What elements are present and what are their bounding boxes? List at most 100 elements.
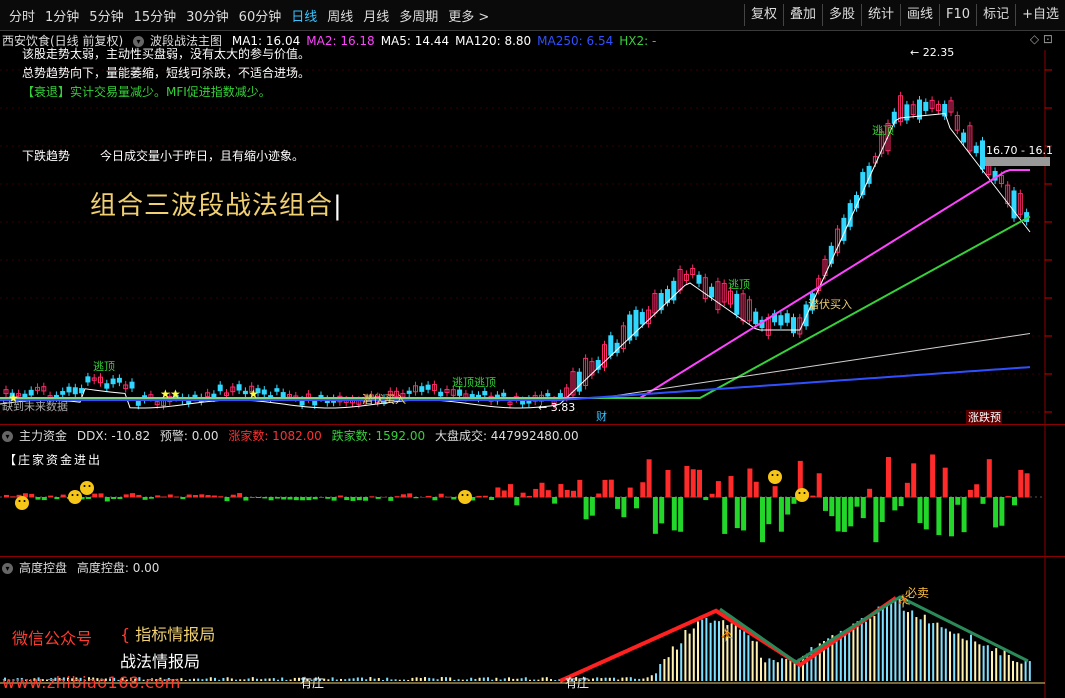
flow-bar — [111, 497, 117, 499]
candle-body — [973, 145, 979, 154]
control-bar — [466, 679, 468, 681]
bottom-buy-label: 潜伏买入 — [362, 392, 406, 406]
control-title[interactable]: 高度控盘 — [19, 561, 67, 575]
control-bar — [676, 649, 678, 681]
control-panel[interactable]: 必卖 ⛹ ⛹ 有庄 有庄 ▾ 高度控盘 高度控盘: 0.00 微信公众号 { 指标情报局 … — [0, 557, 1065, 698]
control-menu-icon[interactable]: ▾ — [2, 563, 13, 574]
capital-flow-panel[interactable]: ▾ 主力资金 DDX: -10.82 预警: 0.00 涨家数: 1082.00 … — [0, 425, 1065, 557]
control-bar — [865, 621, 867, 681]
control-bar — [852, 623, 855, 681]
flow-bar — [615, 497, 621, 509]
capital-title[interactable]: 主力资金 — [19, 429, 67, 443]
control-bar — [986, 645, 989, 681]
control-bar — [923, 614, 926, 681]
control-bar — [911, 610, 914, 681]
control-bar — [516, 678, 519, 681]
flow-bar — [904, 482, 910, 498]
flow-bar — [174, 496, 180, 498]
candle-body — [734, 293, 740, 315]
period-tab[interactable]: 60分钟 — [234, 6, 287, 25]
flow-bar — [199, 494, 205, 498]
toolbar-button[interactable]: 复权 — [743, 4, 783, 26]
toolbar-button[interactable]: 标记 — [976, 4, 1015, 26]
toolbar-button[interactable]: F10 — [939, 4, 976, 26]
flow-bar — [671, 497, 677, 531]
period-tab[interactable]: 月线 — [358, 6, 394, 25]
smiley-icon — [68, 490, 82, 504]
control-bar — [684, 629, 687, 681]
candle-body — [576, 371, 582, 392]
period-tab[interactable]: 日线 — [286, 6, 322, 25]
main-chart-panel[interactable]: ← 22.35 ← 3.83 16.70 - 16.1 逃顶 逃顶逃顶 逃顶 逃顶 潜伏买入潜… — [0, 30, 1065, 425]
flow-bar — [810, 495, 816, 498]
capital-menu-icon[interactable]: ▾ — [2, 431, 13, 442]
toolbar-button[interactable]: 统计 — [861, 4, 900, 26]
toolbar-button[interactable]: 画线 — [900, 4, 939, 26]
period-tab[interactable]: 15分钟 — [129, 6, 182, 25]
control-bar — [411, 677, 414, 681]
period-tab[interactable]: 多周期 — [394, 6, 443, 25]
control-bar — [835, 635, 838, 681]
period-tab[interactable]: 周线 — [322, 6, 358, 25]
candle-body — [457, 389, 463, 396]
control-bar — [978, 644, 981, 681]
flow-bar — [936, 497, 942, 536]
toolbar-button[interactable]: +自选 — [1015, 4, 1065, 26]
flow-bar — [589, 497, 595, 516]
control-bar — [755, 641, 758, 681]
control-bar — [667, 657, 670, 681]
flow-bar — [879, 497, 885, 523]
flow-bar — [703, 497, 709, 501]
flow-bar — [646, 459, 652, 498]
toolbar-button[interactable]: 多股 — [822, 4, 861, 26]
control-bar — [449, 677, 452, 681]
flow-bar — [508, 484, 513, 498]
flow-bar — [205, 495, 211, 498]
flow-bar — [678, 497, 684, 532]
panel-controls[interactable]: ◇ ⊡ — [1030, 32, 1053, 46]
candle-body — [135, 400, 141, 406]
period-tab[interactable]: 5分钟 — [84, 6, 128, 25]
price-band-label: 16.70 - 16.1 — [986, 144, 1053, 157]
flow-bar — [85, 497, 91, 500]
capital-flow-chart[interactable] — [0, 425, 1065, 556]
candle-body — [923, 101, 929, 111]
stock-title[interactable]: 西安饮食(日线 前复权) — [2, 34, 123, 48]
escape-top-label: 逃顶 — [728, 278, 750, 291]
indicator-menu-icon[interactable]: ▾ — [133, 36, 145, 47]
flow-bar — [514, 497, 520, 506]
flow-bar — [1005, 496, 1011, 498]
smiley-eye — [798, 492, 801, 494]
control-bar — [230, 678, 233, 681]
control-bar — [1028, 661, 1031, 681]
control-bar — [680, 643, 683, 681]
flow-bar — [640, 482, 646, 498]
indicator-name[interactable]: 波段战法主图 — [150, 34, 222, 48]
control-bar — [407, 679, 410, 681]
cai-label: 财 — [596, 409, 607, 423]
control-bar — [625, 677, 628, 681]
control-bar — [877, 606, 880, 681]
toolbar-button[interactable]: 叠加 — [782, 4, 822, 26]
control-bar — [600, 678, 603, 681]
control-bar — [453, 679, 456, 681]
control-bar — [214, 677, 216, 681]
period-tab[interactable]: 1分钟 — [40, 6, 84, 25]
control-bar — [478, 677, 481, 681]
flow-bar — [577, 479, 583, 498]
control-bar — [264, 678, 267, 681]
period-tabs: 分时 1分钟 5分钟 15分钟 30分钟 60分钟 日线 周线 月线 多周期 更多 > — [0, 6, 494, 25]
control-bar — [272, 678, 275, 681]
control-bar — [512, 678, 515, 681]
flow-bar — [256, 497, 261, 498]
flow-bar — [841, 497, 847, 532]
flow-bar — [860, 497, 866, 519]
period-tab[interactable]: 30分钟 — [181, 6, 234, 25]
flow-bar — [249, 497, 255, 498]
candle-body — [753, 311, 759, 325]
flow-bar — [552, 497, 558, 504]
candle-body — [110, 378, 116, 385]
period-tab[interactable]: 分时 — [4, 6, 40, 25]
star-icon: ★ — [8, 391, 19, 405]
period-tab[interactable]: 更多 > — [443, 6, 494, 25]
